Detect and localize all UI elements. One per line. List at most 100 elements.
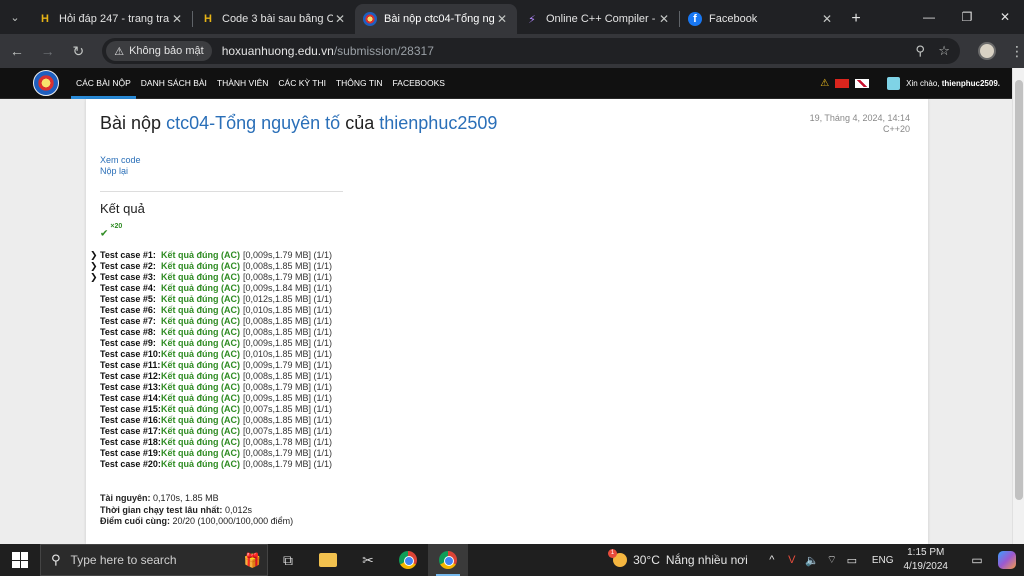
test-case-detail: [0,012s,1.85 MB] (1/1) (243, 294, 333, 304)
task-view-button[interactable]: ⧉ (268, 544, 308, 576)
user-avatar-icon[interactable] (887, 77, 901, 90)
browser-tab-5[interactable]: f Facebook ✕ (680, 4, 842, 34)
vietnam-flag-icon[interactable] (835, 79, 850, 88)
forward-button[interactable]: → (34, 37, 62, 65)
chrome-active-button[interactable] (428, 544, 468, 576)
tab-title: Code 3 bài sau bằng C++ (222, 13, 333, 25)
browser-toolbar: ← → ↻ ⚠ Không bảo mật hoxuanhuong.edu.vn… (0, 34, 1024, 68)
copilot-icon[interactable] (998, 551, 1016, 569)
taskbar-search[interactable]: ⚲ Type here to search 🎁 (40, 544, 268, 576)
snipping-tool-button[interactable]: ✂ (348, 544, 388, 576)
restore-icon[interactable]: ❐ (948, 0, 986, 34)
browser-tab-2[interactable]: H Code 3 bài sau bằng C++ ✕ (193, 4, 355, 34)
close-icon[interactable]: ✕ (657, 12, 671, 26)
close-icon[interactable]: ✕ (820, 12, 834, 26)
test-case-label: Test case #6: (100, 305, 156, 315)
warning-icon[interactable]: ⚠ (820, 78, 829, 89)
chevron-right-icon[interactable]: ❯ (90, 272, 100, 283)
tab-title: Online C++ Compiler - o (546, 13, 657, 25)
close-icon[interactable]: ✕ (333, 12, 347, 26)
start-button[interactable] (0, 544, 40, 576)
test-case-detail: [0,008s,1.78 MB] (1/1) (243, 437, 333, 447)
more-menu-icon[interactable]: ⋮ (1010, 43, 1024, 60)
folder-icon (319, 553, 337, 567)
menu-item-submissions[interactable]: CÁC BÀI NỘP (71, 68, 136, 99)
weather-widget[interactable]: 1 30°C Nắng nhiều nơi (608, 549, 748, 567)
menu-item-info[interactable]: THÔNG TIN (331, 68, 388, 99)
arrow-placeholder (90, 283, 100, 294)
url-text[interactable]: hoxuanhuong.edu.vn/submission/28317 (222, 44, 908, 58)
resources-label: Tài nguyên: (100, 493, 151, 503)
taskbar: ⚲ Type here to search 🎁 ⧉ ✂ 1 30°C Nắng … (0, 544, 1024, 576)
profile-avatar[interactable] (978, 42, 996, 60)
test-case-row: Test case #9: Kết quả đúng (AC) [0,009s,1.… (90, 338, 332, 349)
resubmit-link[interactable]: Nộp lại (100, 166, 141, 177)
menu-item-members[interactable]: THÀNH VIÊN (212, 68, 273, 99)
test-case-row[interactable]: ❯ Test case #3: Kết quả đúng (AC) [0,008s,1… (90, 272, 332, 283)
username-text: thienphuc2509. (941, 79, 1000, 88)
test-case-row[interactable]: ❯ Test case #1: Kết quả đúng (AC) [0,009s,1… (90, 250, 332, 261)
chrome-button[interactable] (388, 544, 428, 576)
reload-button[interactable]: ↻ (64, 37, 92, 65)
vivaldi-icon[interactable]: V (782, 554, 802, 566)
menu-item-contests[interactable]: CÁC KỲ THI (273, 68, 331, 99)
clock[interactable]: 1:15 PM 4/19/2024 (904, 546, 949, 574)
url-path: /submission/28317 (333, 44, 434, 58)
test-case-status: Kết quả đúng (AC) (161, 316, 240, 326)
menu-item-problems[interactable]: DANH SÁCH BÀI (136, 68, 212, 99)
minimize-icon[interactable]: — (910, 0, 948, 34)
user-link[interactable]: thienphuc2509 (379, 113, 497, 133)
problem-link[interactable]: ctc04-Tổng nguyên tố (166, 113, 340, 133)
battery-icon[interactable]: ▭ (842, 554, 862, 567)
bookmark-star-icon[interactable]: ☆ (932, 43, 956, 59)
browser-tab-3[interactable]: Bài nộp ctc04-Tổng nguy ✕ (355, 4, 517, 34)
facebook-icon: f (688, 12, 702, 26)
test-case-row[interactable]: ❯ Test case #2: Kết quả đúng (AC) [0,008s,1… (90, 261, 332, 272)
close-window-icon[interactable]: ✕ (986, 0, 1024, 34)
view-code-link[interactable]: Xem code (100, 155, 141, 166)
page-scrollbar[interactable] (1012, 68, 1024, 544)
notification-icon[interactable]: ▭ (964, 553, 990, 567)
user-greeting[interactable]: Xin chào, thienphuc2509. (906, 79, 1000, 88)
chevron-up-icon[interactable]: ^ (762, 554, 782, 566)
site-logo[interactable] (33, 70, 59, 96)
test-case-detail: [0,010s,1.85 MB] (1/1) (243, 349, 333, 359)
test-case-detail: [0,008s,1.85 MB] (1/1) (243, 415, 333, 425)
task-view-icon: ⧉ (283, 551, 293, 568)
menu-item-facebooks[interactable]: FACEBOOKS (388, 68, 450, 99)
address-bar[interactable]: ⚠ Không bảo mật hoxuanhuong.edu.vn/submi… (102, 38, 961, 64)
test-case-label: Test case #3: (100, 272, 156, 282)
arrow-placeholder (90, 294, 100, 305)
windows-logo-icon (12, 552, 28, 568)
weather-badge: 1 (608, 549, 618, 558)
back-button[interactable]: ← (3, 37, 31, 65)
site-info-chip[interactable]: ⚠ Không bảo mật (106, 41, 212, 61)
test-case-detail: [0,008s,1.85 MB] (1/1) (243, 261, 333, 271)
close-icon[interactable]: ✕ (170, 12, 184, 26)
zoom-search-icon[interactable]: ⚲ (908, 43, 932, 59)
test-case-label: Test case #15: (100, 404, 161, 414)
browser-tab-1[interactable]: H Hỏi đáp 247 - trang tra l ✕ (30, 4, 192, 34)
page-title: Bài nộp ctc04-Tổng nguyên tố của thienph… (100, 113, 497, 134)
close-icon[interactable]: ✕ (495, 12, 509, 26)
test-case-detail: [0,010s,1.85 MB] (1/1) (243, 305, 333, 315)
test-case-label: Test case #12: (100, 371, 161, 381)
uk-flag-icon[interactable] (855, 79, 870, 88)
ac-count: ×20 (110, 223, 123, 230)
tab-search-button[interactable]: ⌄ (0, 0, 30, 34)
tab-title: Bài nộp ctc04-Tổng nguy (384, 13, 495, 25)
volume-icon[interactable]: 🔈 (802, 554, 822, 567)
network-icon[interactable]: ⌔ (822, 553, 842, 567)
chevron-right-icon[interactable]: ❯ (90, 250, 100, 261)
chevron-right-icon[interactable]: ❯ (90, 261, 100, 272)
scrollbar-thumb[interactable] (1015, 80, 1023, 500)
arrow-right-icon: → (40, 43, 55, 59)
new-tab-button[interactable]: + (842, 4, 870, 34)
arrow-placeholder (90, 393, 100, 404)
test-case-row: Test case #14: Kết quả đúng (AC) [0,009s,1… (90, 393, 332, 404)
language-indicator[interactable]: ENG (872, 555, 894, 566)
sun-icon: 1 (608, 549, 628, 567)
clock-time: 1:15 PM (907, 547, 945, 558)
file-explorer-button[interactable] (308, 544, 348, 576)
browser-tab-4[interactable]: ⚡ Online C++ Compiler - o ✕ (517, 4, 679, 34)
